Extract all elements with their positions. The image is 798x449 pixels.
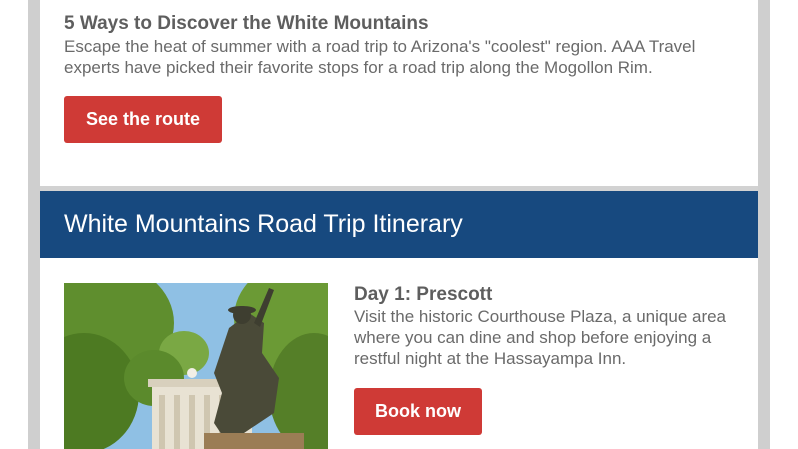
itinerary-banner: White Mountains Road Trip Itinerary xyxy=(40,191,758,258)
feature-headline: 5 Ways to Discover the White Mountains xyxy=(64,13,429,34)
left-frame-border xyxy=(28,0,40,449)
prescott-statue-photo xyxy=(64,283,328,449)
day-1-title: Day 1: Prescott xyxy=(354,284,493,305)
see-the-route-button[interactable]: See the route xyxy=(64,96,222,143)
feature-description: Escape the heat of summer with a road tr… xyxy=(64,37,696,77)
right-frame-border xyxy=(758,0,770,449)
itinerary-title: White Mountains Road Trip Itinerary xyxy=(64,210,463,238)
book-now-button[interactable]: Book now xyxy=(354,388,482,435)
day-1-description: Visit the historic Courthouse Plaza, a u… xyxy=(354,307,727,368)
